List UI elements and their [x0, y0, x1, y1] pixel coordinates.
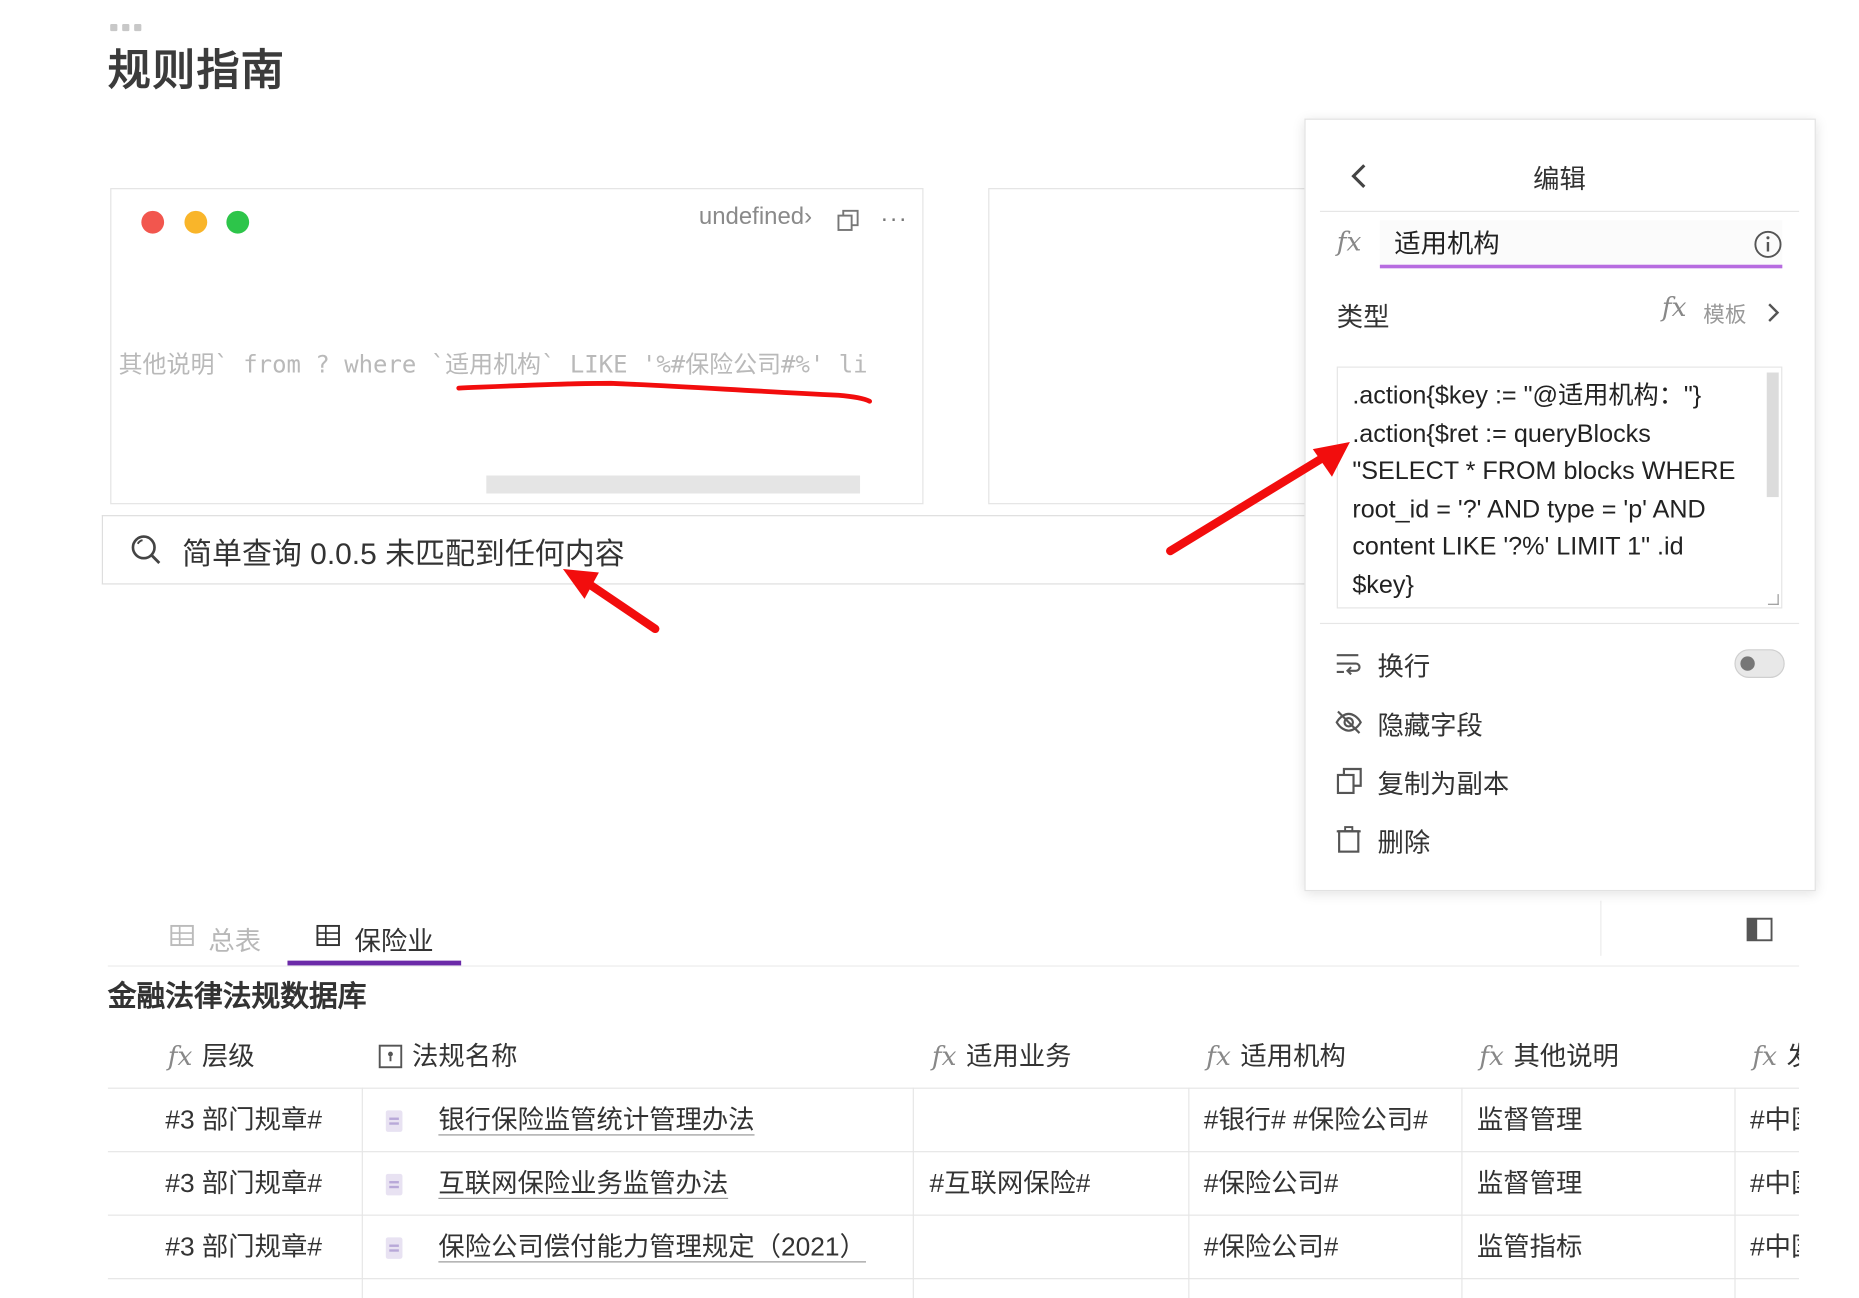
field-name-input[interactable]: 适用机构: [1379, 220, 1783, 269]
active-tab-indicator: [287, 960, 462, 966]
cell-level[interactable]: #3 部门规章#: [165, 1089, 322, 1151]
cell-note[interactable]: 监督管理: [1477, 1152, 1582, 1214]
info-icon[interactable]: [1754, 230, 1783, 259]
cell-note[interactable]: 监管指标: [1477, 1216, 1582, 1278]
code-content[interactable]: 其他说明` from ? where `适用机构` LIKE '%#保险公司#%…: [119, 345, 917, 380]
tab-insurance-label: 保险业: [354, 925, 434, 956]
column-divider: [912, 1087, 914, 1298]
table-header: fx层级 法规名称 fx适用业务 fx适用机构 fx其他说明 fx发: [107, 1021, 1800, 1089]
trash-icon: [1336, 826, 1361, 853]
close-dot-icon: [141, 210, 165, 234]
drag-handle-icon[interactable]: [110, 23, 142, 32]
formula-icon: fx: [1206, 1042, 1231, 1073]
cell-note[interactable]: 监督管理: [1477, 1089, 1582, 1151]
more-icon[interactable]: ···: [880, 206, 908, 234]
menu-item-delete[interactable]: 删除: [1334, 816, 1789, 864]
cell-institution[interactable]: #保险公司#: [1204, 1216, 1339, 1278]
cell-level[interactable]: #3 部门规章#: [165, 1152, 322, 1214]
type-value: 模板: [1703, 303, 1747, 327]
panel-title: 编辑: [1533, 164, 1586, 195]
menu-item-hide-field[interactable]: 隐藏字段: [1334, 698, 1789, 746]
column-header-name[interactable]: 法规名称: [378, 1035, 517, 1073]
query-status-text: 简单查询 0.0.5 未匹配到任何内容: [182, 537, 625, 572]
cell-name[interactable]: 互联网保险业务监管办法: [385, 1152, 729, 1214]
column-header-note[interactable]: fx 其他说明: [1479, 1035, 1619, 1073]
edit-column-panel: 编辑 fx 适用机构 类型 fx 模板 .action{$key := "@适用…: [1304, 118, 1816, 892]
formula-icon: fx: [931, 1042, 957, 1073]
cell-level[interactable]: #3 部门规章#: [165, 1216, 322, 1278]
document-icon: [385, 1110, 403, 1132]
column-header-business[interactable]: fx 适用业务: [932, 1035, 1072, 1073]
eye-off-icon: [1335, 710, 1362, 734]
tab-divider: [1600, 900, 1602, 956]
menu-item-wrap[interactable]: 换行: [1334, 640, 1789, 688]
textarea-scrollbar[interactable]: [1766, 372, 1779, 498]
cell-issuer[interactable]: #中国: [1750, 1216, 1799, 1278]
minimize-dot-icon: [184, 210, 208, 234]
document-icon: [385, 1173, 403, 1196]
maximize-dot-icon: [226, 210, 250, 234]
table-icon: [316, 924, 340, 947]
menu-item-duplicate[interactable]: 复制为副本: [1334, 757, 1789, 805]
chevron-right-icon: [1768, 303, 1780, 322]
formula-icon: fx: [1479, 1042, 1504, 1073]
panel-header: 编辑: [1319, 149, 1800, 213]
copy-icon: [1336, 767, 1362, 795]
code-block[interactable]: undefined› ··· 其他说明` from ? where `适用机构`…: [110, 188, 924, 505]
sidebar-toggle-icon[interactable]: [1746, 917, 1773, 942]
copy-icon[interactable]: [836, 208, 860, 232]
primary-key-icon: [378, 1044, 403, 1069]
page-title: 规则指南: [107, 45, 286, 95]
formula-icon: fx: [167, 1042, 193, 1073]
tab-total-label: 总表: [208, 925, 262, 956]
column-divider: [1188, 1087, 1190, 1298]
table-icon: [170, 924, 194, 947]
divider: [1319, 622, 1800, 625]
cell-issuer[interactable]: #中国: [1750, 1089, 1799, 1151]
cell-institution[interactable]: #银行# #保险公司#: [1204, 1089, 1428, 1151]
view-tabs: 总表 保险业: [107, 900, 1800, 967]
column-header-level[interactable]: fx 层级: [168, 1035, 255, 1073]
field-name-row: fx 适用机构: [1320, 211, 1799, 280]
cell-issuer[interactable]: #中国: [1750, 1152, 1799, 1214]
code-language-label[interactable]: undefined›: [699, 204, 812, 232]
database-title: 金融法律法规数据库: [107, 980, 367, 1014]
column-divider: [1461, 1087, 1463, 1298]
column-header-issuer[interactable]: fx发: [1752, 1035, 1799, 1073]
database-table: fx层级 法规名称 fx适用业务 fx适用机构 fx其他说明 fx发 #3 部门…: [107, 1021, 1800, 1298]
cell-institution[interactable]: #保险公司#: [1204, 1152, 1339, 1214]
code-scrollbar[interactable]: [486, 475, 861, 494]
template-textarea[interactable]: .action{$key := "@适用机构："} .action{$ret :…: [1336, 366, 1783, 609]
column-divider: [361, 1087, 363, 1298]
cell-name[interactable]: 保险公司偿付能力管理规定（2021）: [385, 1216, 866, 1278]
result-card: [988, 188, 1326, 505]
search-icon: [131, 535, 161, 564]
formula-icon: fx: [1752, 1042, 1778, 1073]
wrap-text-icon: [1336, 654, 1361, 676]
cell-name[interactable]: 银行保险监管统计管理办法: [385, 1089, 755, 1151]
cell-business[interactable]: #互联网保险#: [929, 1152, 1090, 1214]
formula-icon: fx: [1661, 293, 1687, 324]
resize-handle-icon[interactable]: [1767, 594, 1779, 605]
document-icon: [385, 1237, 403, 1259]
wrap-toggle[interactable]: [1734, 649, 1785, 678]
column-divider: [1734, 1087, 1736, 1298]
column-header-institution[interactable]: fx 适用机构: [1206, 1035, 1346, 1073]
annotation-arrow-left: [576, 574, 660, 634]
formula-icon: fx: [1336, 227, 1362, 258]
query-result-bar: 简单查询 0.0.5 未匹配到任何内容: [101, 515, 1325, 585]
field-type-row[interactable]: 类型 fx 模板: [1337, 291, 1792, 334]
type-label: 类型: [1336, 301, 1390, 332]
